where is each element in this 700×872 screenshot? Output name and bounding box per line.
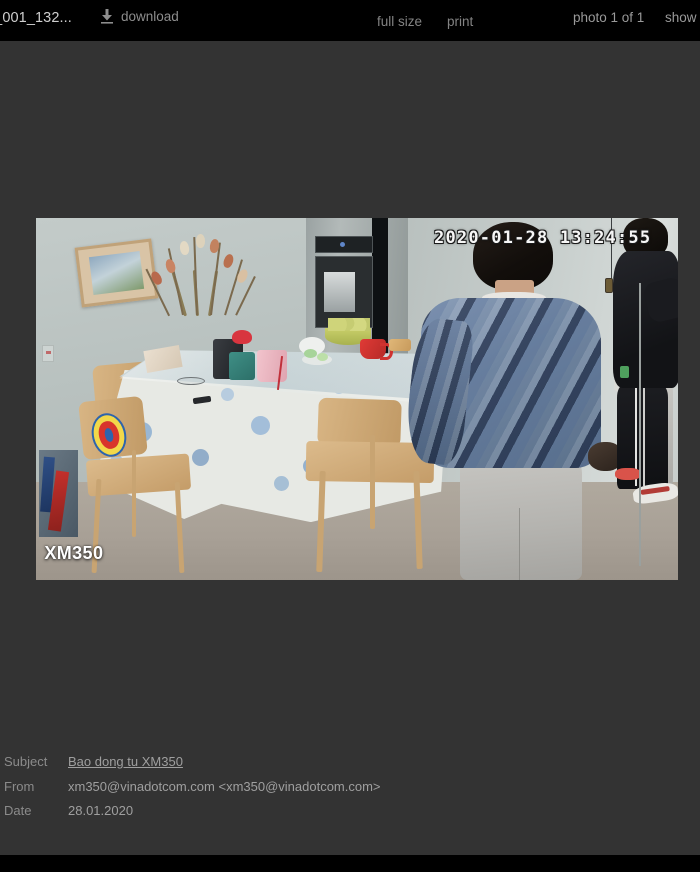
person-second-sandal-secondary: [615, 467, 641, 481]
red-bow: [232, 330, 253, 345]
photo-counter: photo 1 of 1: [573, 10, 645, 25]
person-second-pant-stripe-2: [643, 388, 646, 486]
person-main-leg-split: [518, 507, 521, 580]
photo-viewer-image[interactable]: 2020-01-28 13:24:55 XM350: [36, 218, 678, 580]
picture-frame-art: [88, 250, 144, 296]
teal-speaker: [228, 351, 255, 380]
person-main-legs: [459, 453, 582, 580]
green-object: [620, 366, 630, 379]
metadata-row-from: From xm350@vinadotcom.com <xm350@vinadot…: [0, 777, 700, 802]
bread-plate: [389, 339, 412, 352]
wall-outlet: [42, 344, 55, 362]
download-label: download: [121, 9, 179, 24]
email-metadata: Subject Bao dong tu XM350 From xm350@vin…: [0, 752, 700, 826]
red-mug: [360, 339, 394, 361]
subject-value-link[interactable]: Bao dong tu XM350: [68, 754, 183, 769]
camera-timestamp-overlay: 2020-01-28 13:24:55: [434, 228, 652, 249]
date-label: Date: [4, 803, 32, 818]
green-snack-second: [317, 352, 329, 361]
surveillance-scene: 2020-01-28 13:24:55 XM350: [36, 218, 678, 580]
date-value: 28.01.2020: [68, 803, 134, 818]
metadata-row-subject: Subject Bao dong tu XM350: [0, 752, 700, 777]
camera-watermark: XM350: [44, 542, 104, 563]
full-size-button[interactable]: full size: [377, 14, 422, 29]
chair-back-foreground-right: [317, 397, 403, 448]
download-icon: [100, 9, 114, 24]
pink-cup: [257, 350, 288, 383]
top-toolbar: 8_001_132... download full size print ph…: [0, 0, 700, 41]
bottom-bar: [0, 855, 700, 872]
print-button[interactable]: print: [447, 14, 473, 29]
from-label: From: [4, 778, 35, 794]
from-value: xm350@vinadotcom.com <xm350@vinadotcom.c…: [68, 778, 381, 794]
rail: [639, 283, 642, 566]
attachment-filename: 8_001_132...: [0, 10, 72, 26]
photo-viewer-page: 8_001_132... download full size print ph…: [0, 0, 700, 872]
refrigerator-control-panel: [315, 236, 374, 253]
metadata-row-date: Date 28.01.2020: [0, 801, 700, 826]
chair-leg-3: [132, 449, 137, 537]
download-button[interactable]: download: [100, 9, 179, 24]
subject-label: Subject: [4, 754, 48, 769]
wall-flower-decoration: [145, 232, 261, 317]
show-button[interactable]: show: [665, 10, 697, 25]
dispenser-recess: [324, 272, 356, 312]
grapes: [328, 317, 371, 331]
chair-leg-6: [369, 435, 375, 530]
